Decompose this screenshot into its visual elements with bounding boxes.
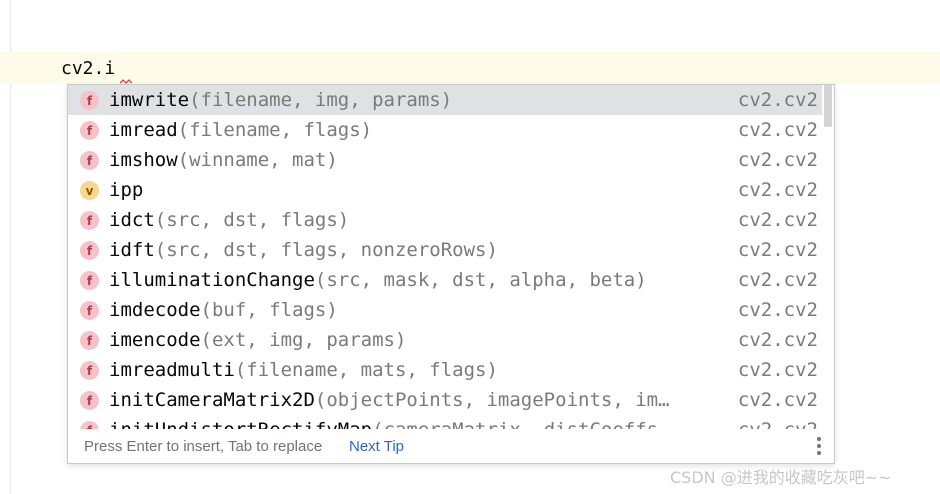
completion-list[interactable]: f imwrite(filename, img, params) cv2.cv2 f i… [68,85,834,429]
completion-item[interactable]: f imshow(winname, mat) cv2.cv2 [68,145,834,175]
completion-module: cv2.cv2 [737,389,818,411]
scrollbar-thumb[interactable] [824,85,832,127]
completion-item[interactable]: f imread(filename, flags) cv2.cv2 [68,115,834,145]
completion-item[interactable]: v ipp cv2.cv2 [68,175,834,205]
completion-label: ipp [109,178,143,202]
completion-module: cv2.cv2 [738,418,818,429]
completion-name: initCameraMatrix2D [109,389,315,411]
completion-module: cv2.cv2 [737,359,818,381]
completion-label: initCameraMatrix2D(objectPoints, imagePo… [109,388,670,412]
completion-name: idct [109,209,155,231]
completion-module: cv2.cv2 [737,149,818,171]
next-tip-link[interactable]: Next Tip [349,438,404,455]
completion-item[interactable]: f idft(src, dst, flags, nonzeroRows) cv2.c… [68,235,834,265]
completion-label: imshow(winname, mat) [109,148,338,172]
function-icon: f [80,361,99,380]
completion-label: illuminationChange(src, mask, dst, alpha… [109,268,647,292]
completion-label: imread(filename, flags) [109,118,372,142]
completion-module: cv2.cv2 [737,209,818,231]
code-line[interactable]: cv2.i [61,57,115,81]
completion-label: imreadmulti(filename, mats, flags) [109,358,498,382]
completion-name: initUndistortRectifyMap [109,419,372,429]
completion-name: imshow [109,149,178,171]
completion-label: initUndistortRectifyMap(cameraMatrix, di… [109,418,670,429]
completion-item[interactable]: f idct(src, dst, flags) cv2.cv2 [68,205,834,235]
completion-module: cv2.cv2 [737,269,818,291]
footer-hint: Press Enter to insert, Tab to replace [84,438,323,455]
completion-item[interactable]: f imencode(ext, img, params) cv2.cv2 [68,325,834,355]
completion-name: imencode [109,329,201,351]
completion-signature: (src, dst, flags) [154,209,350,231]
completion-signature: (objectPoints, imagePoints, im… [314,389,670,411]
current-line-highlight [0,52,940,84]
completion-popup[interactable]: f imwrite(filename, img, params) cv2.cv2 f i… [67,84,835,464]
completion-name: imread [109,119,178,141]
function-icon: f [80,121,99,140]
completion-item[interactable]: f imreadmulti(filename, mats, flags) cv2.c… [68,355,834,385]
function-icon: f [80,391,99,410]
completion-signature: (src, dst, flags, nonzeroRows) [154,239,498,261]
watermark: CSDN @进我的收藏吃灰吧~~ [670,468,892,487]
function-icon: f [80,331,99,350]
completion-item[interactable]: f initCameraMatrix2D(objectPoints, imageP… [68,385,834,415]
completion-signature: (cameraMatrix, distCoeffs… [372,419,669,429]
completion-module: cv2.cv2 [737,299,818,321]
completion-signature: (filename, flags) [177,119,373,141]
function-icon: f [80,301,99,320]
function-icon: f [80,91,99,110]
completion-name: imwrite [109,89,190,111]
completion-item[interactable]: f initUndistortRectifyMap(cameraMatrix, d… [68,415,834,429]
completion-module: cv2.cv2 [737,239,818,261]
function-icon: f [80,211,99,230]
completion-label: imdecode(buf, flags) [109,298,338,322]
completion-name: imdecode [109,299,201,321]
completion-name: ipp [109,179,144,201]
completion-signature: (filename, mats, flags) [234,359,498,381]
completion-label: imwrite(filename, img, params) [109,88,452,112]
completion-signature: (filename, img, params) [189,89,453,111]
completion-signature: (ext, img, params) [200,329,407,351]
completion-label: imencode(ext, img, params) [109,328,406,352]
function-icon: f [80,271,99,290]
function-icon: f [80,421,99,429]
more-options-icon[interactable] [817,437,821,455]
completion-name: idft [109,239,155,261]
completion-module: cv2.cv2 [737,89,818,111]
completion-label: idct(src, dst, flags) [109,208,349,232]
function-icon: f [80,241,99,260]
completion-name: imreadmulti [109,359,235,381]
completion-signature: (src, mask, dst, alpha, beta) [314,269,647,291]
completion-module: cv2.cv2 [737,329,818,351]
completion-module: cv2.cv2 [737,179,818,201]
completion-footer: Press Enter to insert, Tab to replace Ne… [68,429,834,463]
completion-signature: (buf, flags) [200,299,338,321]
completion-signature: (winname, mat) [177,149,338,171]
completion-item[interactable]: f imwrite(filename, img, params) cv2.cv2 [68,85,834,115]
completion-label: idft(src, dst, flags, nonzeroRows) [109,238,498,262]
completion-scrollbar[interactable] [822,85,834,429]
function-icon: f [80,151,99,170]
completion-item[interactable]: f imdecode(buf, flags) cv2.cv2 [68,295,834,325]
completion-name: illuminationChange [109,269,315,291]
variable-icon: v [80,181,99,200]
completion-module: cv2.cv2 [737,119,818,141]
completion-item[interactable]: f illuminationChange(src, mask, dst, alph… [68,265,834,295]
